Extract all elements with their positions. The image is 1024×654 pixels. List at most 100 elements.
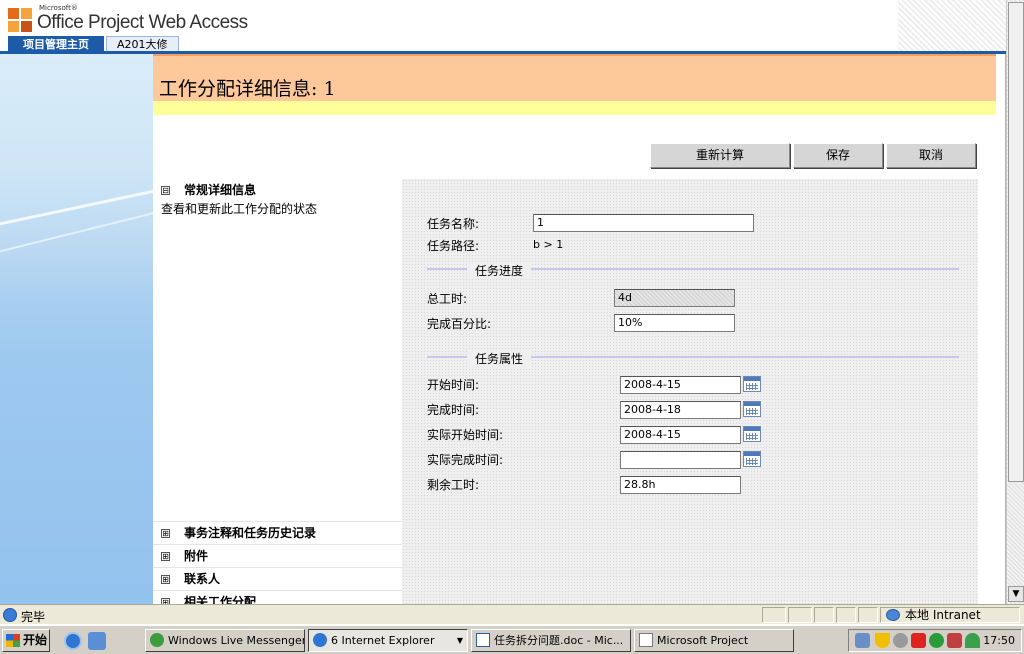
task-properties-heading: 任务属性	[467, 350, 532, 367]
finish-date-input[interactable]: 2008-4-18	[620, 401, 741, 419]
user-icon[interactable]	[893, 633, 908, 648]
tab-a201[interactable]: A201大修	[106, 36, 179, 52]
remaining-work-input[interactable]: 28.8h	[620, 476, 741, 494]
clock[interactable]: 17:50	[983, 634, 1015, 647]
taskbar-item-label: 任务拆分问题.doc - Mic...	[494, 634, 624, 647]
intranet-globe-icon	[886, 609, 900, 621]
collapse-icon[interactable]: ⊟	[161, 186, 170, 195]
percent-complete-input[interactable]: 10%	[614, 314, 735, 332]
antivirus-icon[interactable]	[911, 633, 926, 648]
office-logo-icon	[8, 8, 34, 34]
task-progress-heading: 任务进度	[467, 262, 532, 279]
start-label: 开始	[23, 633, 48, 647]
header-decoration	[898, 0, 1006, 54]
update-icon[interactable]	[965, 633, 980, 648]
status-cell	[858, 607, 878, 623]
section-general-description: 查看和更新此工作分配的状态	[161, 202, 318, 216]
security-zone[interactable]: 本地 Intranet	[880, 607, 1020, 623]
messenger-tray-icon[interactable]	[929, 633, 944, 648]
start-date-input[interactable]: 2008-4-15	[620, 376, 741, 394]
network-icon[interactable]	[855, 633, 870, 648]
expand-icon[interactable]: ⊞	[161, 529, 170, 538]
section-notes-history[interactable]: ⊞ 事务注释和任务历史记录	[161, 524, 316, 541]
top-tabs: 项目管理主页 A201大修	[8, 36, 181, 52]
taskbar-item-label: 6 Internet Explorer	[331, 634, 435, 647]
section-contacts-title: 联系人	[184, 572, 221, 586]
actual-finish-input[interactable]	[620, 451, 741, 469]
logo-title: Office Project Web Access	[37, 12, 248, 33]
zone-label: 本地 Intranet	[905, 608, 981, 622]
taskbar-item-word[interactable]: 任务拆分问题.doc - Mic...	[471, 629, 631, 652]
office-project-logo[interactable]: Microsoft® Office Project Web Access	[8, 4, 248, 34]
taskbar-item-project[interactable]: Microsoft Project	[634, 629, 794, 652]
scroll-down-arrow-icon[interactable]: ▼	[1008, 586, 1024, 602]
task-name-label: 任务名称:	[427, 217, 480, 231]
tab-project-home[interactable]: 项目管理主页	[8, 36, 104, 52]
section-related-assignments[interactable]: ⊞ 相关工作分配	[161, 593, 256, 604]
calendar-icon[interactable]	[743, 426, 761, 442]
project-window-icon	[639, 633, 653, 647]
status-cell	[788, 607, 812, 623]
section-attachments-title: 附件	[184, 549, 209, 563]
windows-logo-icon	[6, 634, 20, 647]
section-general-title: 常规详细信息	[184, 183, 257, 197]
system-tray: 17:50	[848, 629, 1022, 652]
taskbar-item-label: Microsoft Project	[657, 634, 749, 647]
page-title-bar: 工作分配详细信息: 1	[153, 54, 996, 101]
cancel-button[interactable]: 取消	[886, 143, 976, 168]
remaining-work-label: 剩余工时:	[427, 478, 480, 492]
percent-complete-label: 完成百分比:	[427, 317, 492, 331]
section-divider	[153, 544, 402, 545]
ie-icon	[313, 633, 327, 647]
expand-icon[interactable]: ⊞	[161, 575, 170, 584]
page-done-icon	[3, 608, 17, 622]
desktop-quicklaunch-icon[interactable]	[88, 632, 106, 650]
actual-start-input[interactable]: 2008-4-15	[620, 426, 741, 444]
save-button[interactable]: 保存	[793, 143, 883, 168]
browser-status-bar: 完毕 本地 Intranet	[0, 604, 1024, 624]
section-divider	[153, 567, 402, 568]
shield-icon[interactable]	[875, 633, 890, 648]
taskbar-item-ie[interactable]: 6 Internet Explorer ▼	[308, 629, 468, 652]
task-path-label: 任务路径:	[427, 239, 480, 253]
title-accent-bar	[153, 101, 996, 115]
calendar-icon[interactable]	[743, 376, 761, 392]
calendar-icon[interactable]	[743, 401, 761, 417]
total-work-field: 4d	[614, 289, 735, 307]
task-name-input[interactable]: 1	[533, 214, 754, 232]
section-notes-title: 事务注释和任务历史记录	[184, 526, 317, 540]
taskbar-item-messenger[interactable]: Windows Live Messenger	[145, 629, 305, 652]
status-text: 完毕	[21, 610, 46, 624]
finish-date-label: 完成时间:	[427, 403, 480, 417]
start-button[interactable]: 开始	[2, 629, 50, 652]
actual-finish-label: 实际完成时间:	[427, 453, 504, 467]
section-attachments[interactable]: ⊞ 附件	[161, 547, 208, 564]
section-divider	[153, 521, 402, 522]
page-title: 工作分配详细信息: 1	[159, 78, 336, 100]
messenger-icon	[150, 633, 164, 647]
status-cell	[836, 607, 856, 623]
app-header: Microsoft® Office Project Web Access 项目管…	[0, 0, 1024, 54]
volume-icon[interactable]	[947, 633, 962, 648]
vertical-scrollbar[interactable]: ▼	[1006, 0, 1024, 604]
expand-icon[interactable]: ⊞	[161, 552, 170, 561]
start-date-label: 开始时间:	[427, 378, 480, 392]
taskbar-item-label: Windows Live Messenger	[168, 634, 305, 647]
left-decorative-panel	[0, 54, 153, 604]
logo-microsoft-text: Microsoft®	[39, 4, 78, 12]
status-cell	[762, 607, 786, 623]
actual-start-label: 实际开始时间:	[427, 428, 504, 442]
section-related-title: 相关工作分配	[184, 595, 257, 604]
scrollbar-thumb[interactable]	[1008, 2, 1024, 482]
section-general-details[interactable]: ⊟ 常规详细信息	[161, 181, 256, 198]
ie-quicklaunch-icon[interactable]	[64, 632, 82, 650]
general-details-form: 任务名称: 1 任务路径: b > 1 任务进度 总工时: 4d 完成百分比: …	[402, 179, 978, 521]
section-contacts[interactable]: ⊞ 联系人	[161, 570, 220, 587]
group-dropdown-icon: ▼	[456, 636, 463, 645]
calendar-icon[interactable]	[743, 451, 761, 467]
main-content: 工作分配详细信息: 1 重新计算 保存 取消 ⊟ 常规详细信息 查看和更新此工作分…	[153, 54, 1006, 604]
section-divider	[153, 590, 402, 591]
task-path-value: b > 1	[533, 238, 564, 251]
recalculate-button[interactable]: 重新计算	[650, 143, 790, 168]
windows-taskbar: 开始 Windows Live Messenger 6 Internet Exp…	[0, 624, 1024, 654]
